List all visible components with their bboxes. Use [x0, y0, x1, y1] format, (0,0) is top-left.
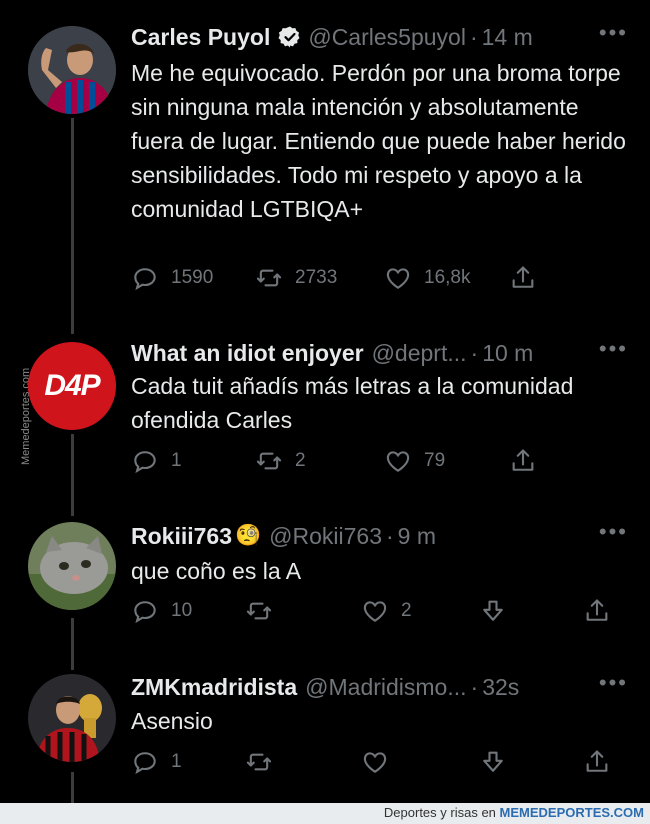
like-button[interactable] [361, 748, 389, 776]
tweet-header: What an idiot enjoyer @deprt... · 10 m •… [131, 336, 650, 370]
tweet-text: que coño es la A [131, 558, 302, 584]
avatar[interactable] [28, 674, 116, 762]
downvote-button[interactable] [479, 748, 507, 776]
display-name[interactable]: Carles Puyol [131, 24, 270, 51]
tweet-text: Cada tuit añadís más letras a la comunid… [131, 373, 574, 433]
avatar[interactable] [28, 522, 116, 610]
separator: · [469, 23, 478, 50]
timestamp[interactable]: 14 m [482, 24, 533, 51]
name-emoji: 🧐 [235, 524, 262, 547]
tweet-reply-zmkmadridista[interactable]: ZMKmadridista @Madridismo... · 32s ••• A… [0, 660, 650, 803]
username-handle[interactable]: @deprt... [372, 340, 467, 367]
like-icon [361, 597, 389, 625]
timestamp[interactable]: 10 m [482, 340, 533, 367]
timestamp[interactable]: 32s [482, 674, 519, 701]
share-button[interactable] [583, 748, 611, 776]
more-icon[interactable]: ••• [599, 519, 628, 545]
retweet-icon [245, 597, 273, 625]
timestamp[interactable]: 9 m [398, 523, 436, 550]
tweet-header: Carles Puyol @Carles5puyol · 14 m ••• [131, 20, 650, 54]
like-icon [384, 264, 412, 292]
reply-count: 1 [171, 751, 182, 772]
reply-icon [131, 264, 159, 292]
separator: · [386, 522, 394, 549]
like-button[interactable]: 2 [361, 597, 412, 625]
tweet-reply-idiot-enjoyer[interactable]: D4P What an idiot enjoyer @deprt... · 10… [0, 330, 650, 500]
separator: · [470, 673, 479, 700]
retweet-count: 2 [295, 450, 306, 471]
footer-text: Deportes y risas en MEMEDEPORTES.COM [384, 805, 644, 820]
reply-icon [131, 748, 159, 776]
display-name[interactable]: What an idiot enjoyer [131, 340, 364, 367]
like-button[interactable]: 16,8k [384, 264, 470, 292]
retweet-button[interactable]: 2 [255, 447, 306, 475]
like-icon [384, 447, 412, 475]
share-button[interactable] [583, 597, 611, 625]
retweet-button[interactable] [245, 748, 273, 776]
reply-button[interactable]: 1 [131, 447, 182, 475]
retweet-button[interactable] [245, 597, 273, 625]
share-icon [509, 264, 537, 292]
retweet-count: 2733 [295, 267, 338, 288]
tweet-text: Asensio [131, 708, 213, 734]
tweet-carles-puyol[interactable]: Carles Puyol @Carles5puyol · 14 m ••• Me… [0, 0, 650, 330]
verified-icon [278, 25, 302, 49]
more-icon[interactable]: ••• [599, 20, 628, 46]
share-icon [583, 597, 611, 625]
reply-icon [131, 597, 159, 625]
share-button[interactable] [509, 264, 537, 292]
tweet-text: Me he equivocado. Perdón por una broma t… [131, 60, 626, 222]
tweet-header: ZMKmadridista @Madridismo... · 32s ••• [131, 670, 650, 704]
more-icon[interactable]: ••• [599, 336, 628, 362]
tweet-actions: 1590 2733 16,8k [131, 264, 650, 298]
like-count: 79 [424, 450, 446, 471]
tweet-actions: 1 [131, 748, 650, 782]
footer-brand: MEMEDEPORTES.COM [499, 805, 644, 820]
like-icon [361, 748, 389, 776]
reply-button[interactable]: 1 [131, 748, 182, 776]
display-name[interactable]: Rokiii763 [131, 523, 232, 550]
tweet-header: Rokiii763 🧐 @Rokii763 · 9 m ••• [131, 519, 650, 553]
reply-button[interactable]: 10 [131, 597, 192, 625]
avatar-logo-text: D4P [44, 369, 100, 402]
footer-prefix: Deportes y risas en [383, 805, 496, 820]
reply-count: 10 [171, 600, 193, 621]
downvote-icon [479, 748, 507, 776]
reply-count: 1 [171, 450, 182, 471]
downvote-icon [479, 597, 507, 625]
reply-count: 1590 [171, 267, 214, 288]
tweet-reply-rokiii763[interactable]: Rokiii763 🧐 @Rokii763 · 9 m ••• que coño… [0, 500, 650, 660]
avatar[interactable] [28, 26, 116, 114]
retweet-icon [245, 748, 273, 776]
share-icon [509, 447, 537, 475]
share-button[interactable] [509, 447, 537, 475]
like-count: 16,8k [424, 267, 471, 288]
reply-button[interactable]: 1590 [131, 264, 213, 292]
retweet-icon [255, 264, 283, 292]
downvote-button[interactable] [479, 597, 507, 625]
more-icon[interactable]: ••• [599, 670, 628, 696]
tweet-actions: 1 2 79 [131, 447, 650, 481]
tweet-actions: 10 2 [131, 597, 650, 631]
display-name[interactable]: ZMKmadridista [131, 674, 297, 701]
username-handle[interactable]: @Madridismo... [305, 674, 466, 701]
avatar[interactable]: D4P [28, 342, 116, 430]
retweet-icon [255, 447, 283, 475]
username-handle[interactable]: @Rokii763 [269, 523, 382, 550]
username-handle[interactable]: @Carles5puyol [308, 24, 466, 51]
share-icon [583, 748, 611, 776]
footer-watermark-bar: Deportes y risas en MEMEDEPORTES.COM [0, 803, 650, 824]
retweet-button[interactable]: 2733 [255, 264, 337, 292]
separator: · [470, 339, 479, 366]
like-count: 2 [401, 600, 412, 621]
reply-icon [131, 447, 159, 475]
like-button[interactable]: 79 [384, 447, 445, 475]
